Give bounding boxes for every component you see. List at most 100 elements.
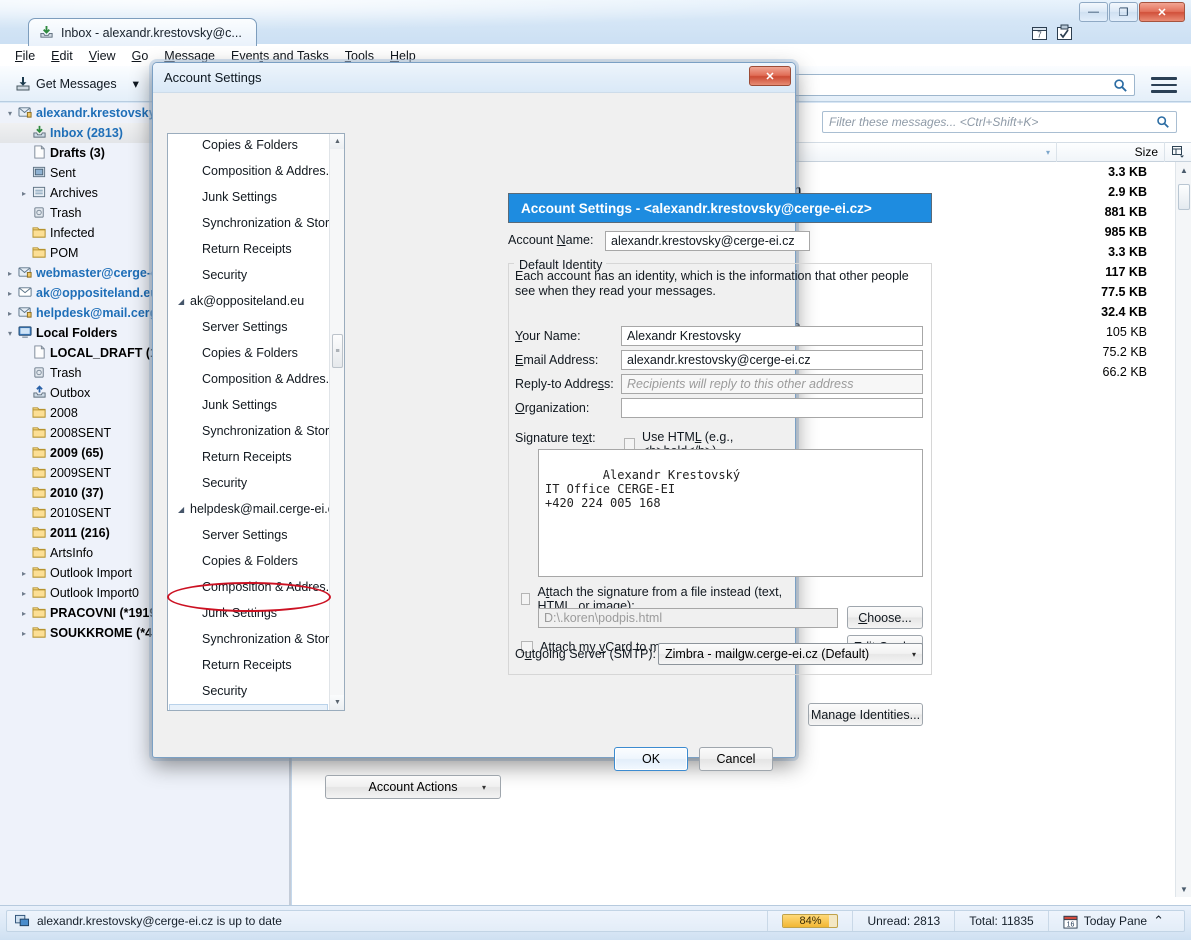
tree-item-server-settings[interactable]: Server Settings	[168, 314, 329, 340]
ok-button[interactable]: OK	[614, 747, 688, 771]
twisty-collapsed-icon[interactable]: ▸	[4, 289, 16, 298]
window-caption-buttons[interactable]: — ❐ ✕	[1078, 2, 1185, 22]
local-folders-icon	[16, 325, 34, 341]
tree-item-synchronization-stor[interactable]: Synchronization & Stor...	[168, 626, 329, 652]
twisty-expanded-icon[interactable]: ◢	[178, 505, 190, 514]
signature-value: Alexandr Krestovský IT Office CERGE-EI +…	[545, 468, 740, 510]
column-picker-button[interactable]	[1165, 142, 1191, 162]
message-size: 32.4 KB	[1057, 305, 1165, 319]
inbox-icon	[30, 125, 48, 141]
menu-edit[interactable]: Edit	[44, 48, 80, 64]
scroll-down-arrow-icon[interactable]: ▼	[1176, 881, 1191, 897]
tree-item-security[interactable]: Security	[168, 262, 329, 288]
statusbar-right: 84% Unread: 2813 Total: 11835 16 Today P…	[767, 911, 1184, 931]
accounts-tree-list[interactable]: Copies & FoldersComposition & Addres...J…	[168, 133, 329, 711]
tree-item-local-folders[interactable]: ◢Local Folders	[169, 704, 328, 711]
tree-scroll-down-icon[interactable]: ▼	[330, 695, 345, 710]
folder-icon	[30, 545, 48, 561]
tree-item-junk-settings[interactable]: Junk Settings	[168, 184, 329, 210]
app-menu-button[interactable]	[1151, 73, 1177, 97]
email-address-input[interactable]: alexandr.krestovsky@cerge-ei.cz	[621, 350, 923, 370]
twisty-expanded-icon[interactable]: ◢	[178, 297, 190, 306]
tree-scroll-up-icon[interactable]: ▲	[330, 134, 345, 149]
tree-item-synchronization-stor[interactable]: Synchronization & Stor...	[168, 210, 329, 236]
tree-scrollbar[interactable]: ▲ ≡ ▼	[329, 134, 344, 710]
today-pane-toggle[interactable]: 16 Today Pane ⌃	[1048, 911, 1178, 931]
folder-item-label: Drafts (3)	[50, 146, 105, 160]
manage-identities-button[interactable]: Manage Identities...	[808, 703, 923, 726]
scrollbar-thumb[interactable]	[1178, 184, 1190, 210]
tree-item-junk-settings[interactable]: Junk Settings	[168, 392, 329, 418]
tree-item-copies-folders[interactable]: Copies & Folders	[168, 340, 329, 366]
twisty-collapsed-icon[interactable]: ▸	[18, 569, 30, 578]
tree-item-return-receipts[interactable]: Return Receipts	[168, 652, 329, 678]
group-border-bottom	[508, 674, 932, 675]
account-name-value: alexandr.krestovsky@cerge-ei.cz	[611, 234, 795, 248]
twisty-collapsed-icon[interactable]: ▸	[18, 589, 30, 598]
tree-item-security[interactable]: Security	[168, 470, 329, 496]
get-messages-button[interactable]: Get Messages	[10, 73, 122, 95]
tree-scrollbar-thumb[interactable]: ≡	[332, 334, 343, 368]
tree-item-return-receipts[interactable]: Return Receipts	[168, 444, 329, 470]
filter-messages-input[interactable]: Filter these messages... <Ctrl+Shift+K>	[822, 111, 1177, 133]
twisty-collapsed-icon[interactable]: ▸	[18, 609, 30, 618]
choose-file-button[interactable]: Choose...	[847, 606, 923, 629]
folder-icon	[30, 445, 48, 461]
attach-signature-file-checkbox[interactable]	[521, 593, 530, 605]
twisty-collapsed-icon[interactable]: ▸	[4, 269, 16, 278]
minimize-button[interactable]: —	[1079, 2, 1108, 22]
signature-textarea[interactable]: Alexandr Krestovský IT Office CERGE-EI +…	[538, 449, 923, 577]
dialog-titlebar[interactable]: Account Settings ✕	[153, 63, 795, 93]
cancel-button[interactable]: Cancel	[699, 747, 773, 771]
tree-item-ak-oppositeland-eu[interactable]: ◢ak@oppositeland.eu	[168, 288, 329, 314]
tree-item-copies-folders[interactable]: Copies & Folders	[168, 548, 329, 574]
inbox-icon	[39, 25, 54, 40]
titlebar-app-icons[interactable]: 7	[1031, 24, 1073, 41]
tree-item-label: Copies & Folders	[202, 554, 298, 568]
message-list-scrollbar[interactable]: ▲ ▼	[1175, 162, 1191, 897]
organization-input[interactable]	[621, 398, 923, 418]
statusbar-message-area: alexandr.krestovsky@cerge-ei.cz is up to…	[7, 914, 282, 928]
tree-item-helpdesk-mail-cerge-ei-cz[interactable]: ◢helpdesk@mail.cerge-ei.cz	[168, 496, 329, 522]
tree-item-composition-addres[interactable]: Composition & Addres...	[168, 158, 329, 184]
signature-file-path-value: D:\.koren\podpis.html	[544, 611, 662, 625]
account-actions-button[interactable]: Account Actions ▾	[325, 775, 501, 799]
tree-item-synchronization-stor[interactable]: Synchronization & Stor...	[168, 418, 329, 444]
folder-item-label: Outbox	[50, 386, 90, 400]
tree-item-return-receipts[interactable]: Return Receipts	[168, 236, 329, 262]
your-name-input[interactable]: Alexandr Krestovsky	[621, 326, 923, 346]
maximize-button[interactable]: ❐	[1109, 2, 1138, 22]
account-settings-dialog[interactable]: Account Settings ✕ Copies & FoldersCompo…	[152, 62, 796, 758]
tree-item-composition-addres[interactable]: Composition & Addres...	[168, 574, 329, 600]
twisty-expanded-icon[interactable]: ▾	[4, 329, 16, 338]
menu-go[interactable]: Go	[125, 48, 156, 64]
reply-to-input[interactable]: Recipients will reply to this other addr…	[621, 374, 923, 394]
statusbar-message: alexandr.krestovsky@cerge-ei.cz is up to…	[37, 914, 282, 928]
twisty-expanded-icon[interactable]: ▾	[4, 109, 16, 118]
twisty-collapsed-icon[interactable]: ▸	[18, 629, 30, 638]
menu-file[interactable]: File	[8, 48, 42, 64]
size-column-header[interactable]: Size	[1057, 142, 1165, 162]
account-name-input[interactable]: alexandr.krestovsky@cerge-ei.cz	[605, 231, 810, 251]
accounts-tree[interactable]: Copies & FoldersComposition & Addres...J…	[167, 133, 345, 711]
signature-file-path-input[interactable]: D:\.koren\podpis.html	[538, 608, 838, 628]
tree-item-copies-folders[interactable]: Copies & Folders	[168, 133, 329, 158]
twisty-collapsed-icon[interactable]: ▸	[18, 189, 30, 198]
get-messages-dropdown[interactable]: ▾	[128, 73, 144, 94]
close-button[interactable]: ✕	[1139, 2, 1185, 22]
dialog-close-button[interactable]: ✕	[749, 66, 791, 86]
folder-item-label: Outlook Import	[50, 566, 132, 580]
drafts-icon	[30, 345, 48, 361]
twisty-collapsed-icon[interactable]: ▸	[4, 309, 16, 318]
search-icon[interactable]	[1156, 115, 1170, 129]
ok-label: OK	[642, 752, 660, 766]
menu-view[interactable]: View	[82, 48, 123, 64]
tree-item-composition-addres[interactable]: Composition & Addres...	[168, 366, 329, 392]
tree-item-junk-settings[interactable]: Junk Settings	[168, 600, 329, 626]
scroll-up-arrow-icon[interactable]: ▲	[1176, 162, 1191, 178]
smtp-select[interactable]: Zimbra - mailgw.cerge-ei.cz (Default) ▾	[658, 643, 923, 665]
tree-item-server-settings[interactable]: Server Settings	[168, 522, 329, 548]
tree-item-security[interactable]: Security	[168, 678, 329, 704]
trash-icon	[30, 205, 48, 221]
window-tab-inbox[interactable]: Inbox - alexandr.krestovsky@c...	[28, 18, 257, 46]
